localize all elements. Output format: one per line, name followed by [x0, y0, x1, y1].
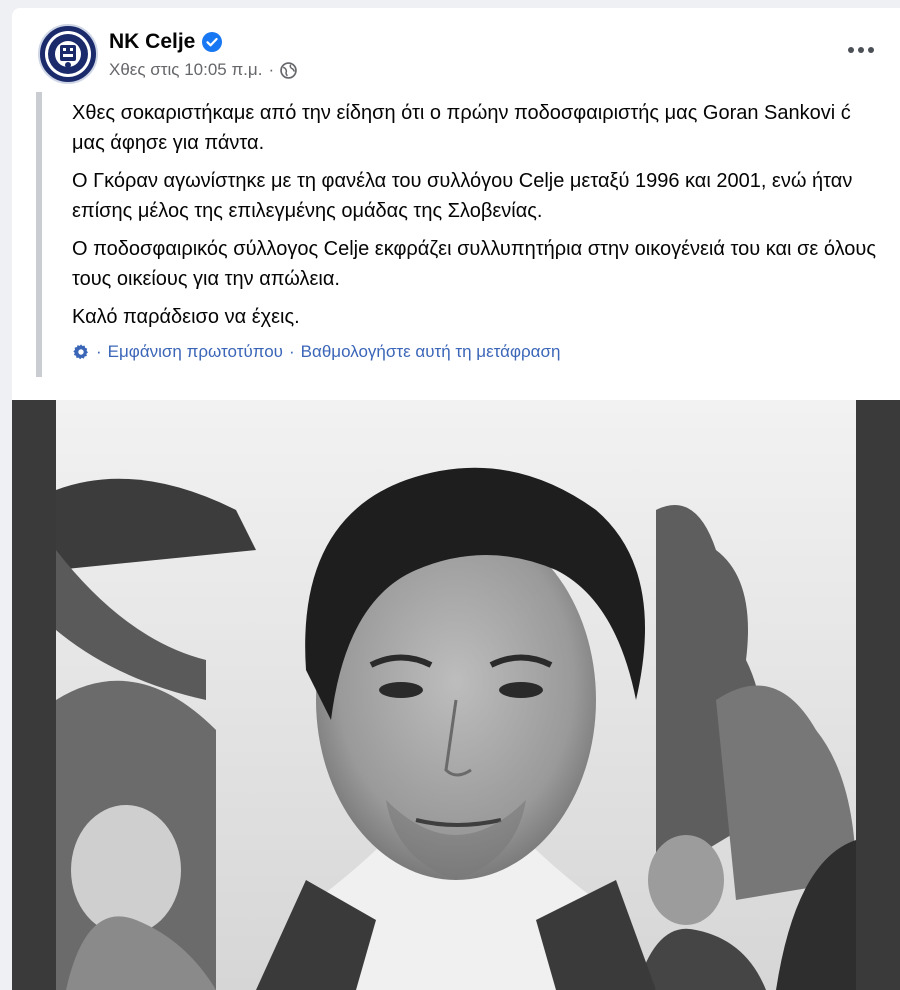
page-name[interactable]: NK Celje	[109, 30, 195, 54]
verified-badge-icon	[202, 32, 223, 52]
post-photo-frame[interactable]	[12, 400, 900, 990]
globe-icon[interactable]	[280, 61, 297, 79]
post-paragraph-3: Ο ποδοσφαιρικός σύλλογος Celje εκφράζει …	[72, 238, 876, 290]
post-photo[interactable]	[56, 400, 856, 990]
page-avatar[interactable]	[38, 24, 98, 84]
post-card: NK Celje Χθες στις 10:05 π.μ. · Χθες σοκ…	[12, 8, 900, 990]
post-timestamp[interactable]: Χθες στις 10:05 π.μ.	[109, 60, 262, 80]
post-meta: Χθες στις 10:05 π.μ. ·	[109, 60, 297, 80]
translation-sep-1: ·	[96, 342, 102, 361]
more-options-icon[interactable]	[846, 40, 876, 60]
show-original-link[interactable]: Εμφάνιση πρωτοτύπου	[108, 342, 283, 362]
club-crest-logo	[45, 31, 91, 77]
player-portrait-image	[56, 400, 856, 990]
translation-row: · Εμφάνιση πρωτοτύπου · Βαθμολογήστε αυτ…	[72, 342, 876, 362]
post-paragraph-2: Ο Γκόραν αγωνίστηκε με τη φανέλα του συλ…	[72, 170, 853, 222]
page-name-row: NK Celje	[109, 30, 223, 54]
post-paragraph-1: Χθες σοκαριστήκαμε από την είδηση ότι ο …	[72, 102, 851, 154]
post-paragraph-4: Καλό παράδεισο να έχεις.	[72, 306, 300, 328]
meta-separator: ·	[268, 60, 275, 79]
post-text: Χθες σοκαριστήκαμε από την είδηση ότι ο …	[36, 92, 876, 377]
gear-icon[interactable]	[72, 343, 90, 361]
rate-translation-link[interactable]: Βαθμολογήστε αυτή τη μετάφραση	[301, 342, 561, 362]
translation-sep-2: ·	[288, 342, 295, 361]
